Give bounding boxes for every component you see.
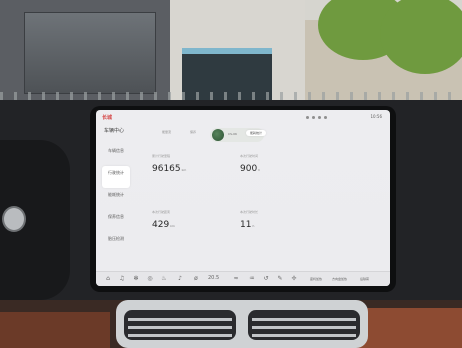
air-vent-right[interactable] <box>248 310 360 340</box>
profile-name: CS-06 <box>228 132 237 136</box>
metric-value: 96165km <box>152 164 187 174</box>
recirculation-icon[interactable]: ↺ <box>262 275 270 283</box>
clock: 10:56 <box>370 114 382 119</box>
status-icons <box>306 115 366 119</box>
metric-trip-distance: 本次行驶距离 429km <box>152 210 252 230</box>
sidebar-item-maintenance[interactable]: 保养信息 <box>102 210 142 232</box>
brand-logo: 长城 <box>102 115 113 121</box>
air-vent-panel <box>116 300 368 348</box>
infotainment-screen: 长城 10:56 车辆中心 能量流 保养 CS-06 能耗统计 车辆信息 行驶统… <box>96 110 390 286</box>
metric-label: 本次行驶时长 <box>240 210 259 214</box>
wheel-heat-button[interactable]: 方向盘加热 <box>332 277 347 281</box>
page-title: 车辆中心 <box>104 128 125 134</box>
building-left <box>0 0 170 100</box>
fan-speed-icon[interactable]: ✢ <box>290 275 298 283</box>
home-icon[interactable]: ⌂ <box>104 275 112 283</box>
header: 车辆中心 能量流 保养 CS-06 能耗统计 <box>96 124 390 142</box>
metric-label: 本次行驶距离 <box>152 210 171 214</box>
battery-icon <box>324 115 327 119</box>
metric-total-mileage: 累计行驶里程 96165km <box>152 154 252 174</box>
media-icon[interactable]: ♫ <box>118 275 126 283</box>
steering-icon[interactable]: ◎ <box>146 275 154 283</box>
status-bar: 长城 10:56 <box>96 110 390 124</box>
bluetooth-icon <box>318 115 321 119</box>
sidebar: 车辆信息 行驶统计 能耗统计 保养信息 胎压检测 <box>102 144 142 254</box>
tab-energy-stats[interactable]: 能耗统计 <box>246 130 267 136</box>
defrost-icon[interactable]: ♒ <box>248 275 256 283</box>
sidebar-item-vehicle-info[interactable]: 车辆信息 <box>102 144 142 166</box>
music-icon[interactable]: ♪ <box>176 275 184 283</box>
airflow-icon[interactable]: ≈ <box>232 275 240 283</box>
sidebar-item-driving-stats[interactable]: 行驶统计 <box>102 166 130 188</box>
tab-energy-flow[interactable]: 能量流 <box>162 130 171 134</box>
wifi-icon <box>312 115 315 119</box>
seat-icon[interactable]: ♨ <box>160 275 168 283</box>
building-window <box>24 12 156 94</box>
metric-value: 11h <box>240 220 255 230</box>
metric-label: 本次行驶时间 <box>240 154 259 158</box>
signal-icon <box>306 115 309 119</box>
seat-heat-button[interactable]: 座椅加热 <box>310 277 322 281</box>
tab-maintenance[interactable]: 保养 <box>190 130 196 134</box>
temperature-value[interactable]: 20.5 <box>208 275 219 281</box>
metric-trip-time: 本次行驶时间 900h <box>240 154 340 174</box>
sidebar-item-tire-pressure[interactable]: 胎压检测 <box>102 232 142 254</box>
pen-icon[interactable]: ✎ <box>276 275 284 283</box>
rear-defog-button[interactable]: 后除雾 <box>360 277 369 281</box>
metric-trip-duration: 本次行驶时长 11h <box>240 210 340 230</box>
leather-trim-left <box>0 312 110 348</box>
sidebar-item-energy-stats[interactable]: 能耗统计 <box>102 188 142 210</box>
metric-value: 900h <box>240 164 261 174</box>
volume-knob[interactable] <box>2 206 26 232</box>
metric-value: 429km <box>152 220 175 230</box>
metrics-panel: 累计行驶里程 96165km 本次行驶时间 900h 本次行驶距离 429km … <box>148 144 384 262</box>
bottom-dock: ⌂ ♫ ✻ ◎ ♨ ♪ ø 20.5 ≈ ♒ ↺ ✎ ✢ 座椅加热 方向盘加热 … <box>96 271 390 286</box>
temperature-icon[interactable]: ø <box>192 275 200 283</box>
avatar <box>212 129 224 141</box>
leather-trim-right <box>352 308 462 348</box>
fan-icon[interactable]: ✻ <box>132 275 140 283</box>
metric-label: 累计行驶里程 <box>152 154 171 158</box>
air-vent-left[interactable] <box>124 310 236 340</box>
